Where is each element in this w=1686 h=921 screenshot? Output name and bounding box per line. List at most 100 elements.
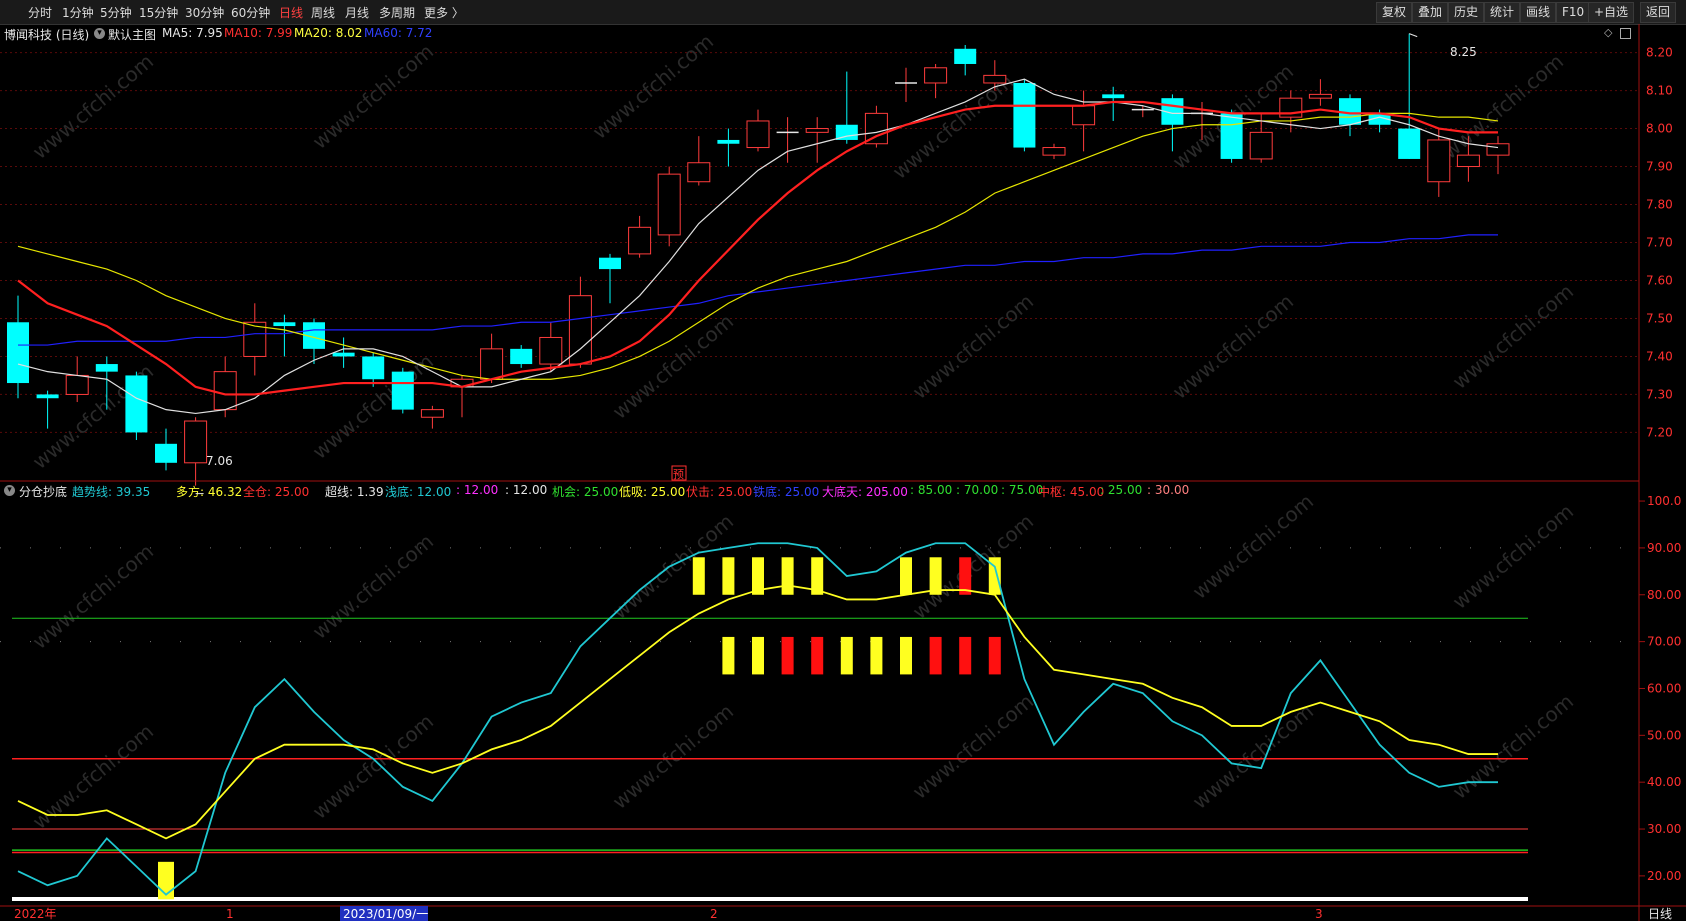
period-tab-intraday[interactable]: 分时 [28,4,52,21]
statistics-button[interactable]: 统计 [1484,2,1521,23]
signal-marker-lower [781,636,794,675]
signal-marker-upper [929,557,942,595]
diamond-icon[interactable]: ◇ [1604,26,1612,39]
back-button[interactable]: 返回 [1640,2,1677,23]
overlay-button[interactable]: 叠加 [1412,2,1449,23]
candle-up [243,321,267,357]
period-toolbar: 分时 1分钟 5分钟 15分钟 30分钟 60分钟 日线 周线 月线 多周期 更… [0,0,1686,25]
price-axis-tick: 8.00 [1646,122,1673,136]
extra-value-1: : 12.00 [456,483,499,497]
candle-down [1368,113,1391,125]
period-tab-5min[interactable]: 5分钟 [100,4,132,21]
date-label-jan: 1 [226,907,234,921]
candle-up [65,374,89,395]
candle-up [213,371,237,411]
watermark-text: www.cfchi.com [28,719,158,834]
extra-value-6: : 25.00 [1100,483,1143,497]
watermark-text: www.cfchi.com [588,29,718,144]
candle-down [717,139,740,144]
candle-up [1279,97,1303,118]
period-tab-1min[interactable]: 1分钟 [62,4,94,21]
watermark-text: www.cfchi.com [1448,689,1578,804]
indicator-axis-tick: 40.00 [1647,775,1681,789]
extra-value-5: : 75.00 [1001,483,1044,497]
watermark-text: www.cfchi.com [308,349,438,464]
candle-up [480,348,504,380]
candle-down [332,352,355,357]
candle-up [1427,139,1451,183]
f10-button[interactable]: F10 [1556,2,1591,23]
draw-line-button[interactable]: 画线 [1520,2,1557,23]
period-tab-daily[interactable]: 日线 [279,4,303,21]
dadiantian-value: 大底天: 205.00 [822,485,908,499]
ma20-value: MA20: 8.02 [294,26,363,40]
candle-up [746,120,770,149]
candle-down [1398,128,1421,159]
candle-down [362,356,385,380]
period-tab-30min[interactable]: 30分钟 [185,4,224,21]
indicator-name[interactable]: 分仓抄底 [19,483,67,500]
candle-down [391,371,414,410]
watermark-text: www.cfchi.com [608,309,738,424]
period-tab-more[interactable]: 更多 〉 [424,4,464,21]
chaoxian-value: 超线: 1.39 [325,485,384,499]
candle-up [450,378,474,388]
candle-up [628,226,652,255]
date-label-mar: 3 [1315,907,1323,921]
period-tab-60min[interactable]: 60分钟 [231,4,270,21]
price-axis-tick: 7.30 [1646,387,1673,401]
period-tab-multi[interactable]: 多周期 [379,4,415,21]
signal-marker-upper [959,557,972,595]
candle-down [835,124,858,140]
watermark-text: www.cfchi.com [888,69,1018,184]
indicator-dropdown-icon[interactable]: ▾ [4,485,15,496]
price-axis-tick: 7.50 [1646,311,1673,325]
high-pointer [1409,33,1418,38]
window-toggle-icon[interactable] [1620,28,1631,39]
forecast-badge [671,465,687,481]
adjust-rights-button[interactable]: 复权 [1376,2,1413,23]
zhongshu-value: 中枢: 45.00 [1038,485,1105,499]
watermark-text: www.cfchi.com [1188,489,1318,604]
quancang-value: 全仓: 25.00 [243,485,310,499]
candle-down [1013,82,1036,148]
period-tab-monthly[interactable]: 月线 [345,4,369,21]
date-label-feb: 2 [710,907,718,921]
extra-value-4: : 70.00 [956,483,999,497]
signal-marker-upper [722,557,735,595]
ma20-line [17,112,1499,380]
signal-marker-lower [900,636,912,675]
template-label[interactable]: 默认主图 [108,26,156,43]
candle-down [7,322,29,384]
signal-marker-upper [988,557,1001,595]
watermark-text: www.cfchi.com [28,539,158,654]
period-tab-15min[interactable]: 15分钟 [139,4,178,21]
candle-down [1339,98,1361,125]
indicator-layer [12,542,1528,901]
template-dropdown-icon[interactable]: ▾ [94,28,105,39]
watermark-layer: www.cfchi.com www.cfchi.com www.cfchi.com w… [28,29,1578,834]
trend-line [17,542,1498,896]
signal-marker-lower [752,636,764,675]
grid-layer [0,52,1639,643]
period-tab-weekly[interactable]: 周线 [311,4,335,21]
candle-down [599,257,621,270]
trend-line-value: 趋势线: 39.35 [72,485,151,499]
ma10-value: MA10: 7.99 [224,26,293,40]
history-button[interactable]: 历史 [1448,2,1485,23]
signal-marker-lower [722,636,735,675]
candle-down [510,348,533,365]
candle-down [1161,98,1184,125]
candle-down [155,443,177,463]
signal-marker-upper [692,557,705,595]
extra-value-3: : 85.00 [910,483,953,497]
candle-up [657,173,681,236]
candle-up [1042,147,1066,156]
price-axis-tick: 8.10 [1646,84,1673,98]
watermark-text: www.cfchi.com [608,699,738,814]
add-watchlist-button[interactable]: +自选 [1588,2,1635,23]
price-axis-tick: 8.20 [1646,46,1673,60]
candle-down [273,322,296,327]
ma5-value: MA5: 7.95 [162,26,223,40]
candle-down [1102,94,1125,99]
